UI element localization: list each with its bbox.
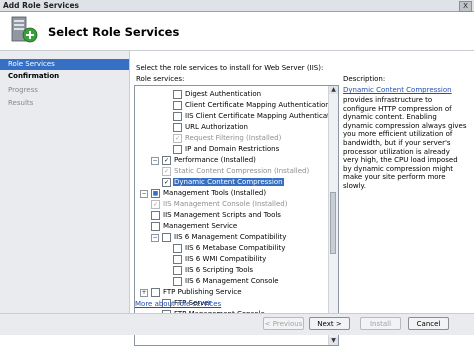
checkbox[interactable]: ■ — [151, 189, 160, 198]
window-title: Add Role Services — [3, 1, 79, 10]
checkbox[interactable] — [173, 244, 182, 253]
checkbox: ✓ — [162, 167, 171, 176]
tree-item[interactable]: IIS Client Certificate Mapping Authentic… — [173, 111, 338, 121]
scroll-up-icon[interactable]: ▲ — [329, 86, 338, 94]
checkbox[interactable] — [173, 255, 182, 264]
checkbox[interactable] — [173, 101, 182, 110]
tree-item[interactable]: Digest Authentication — [173, 89, 261, 99]
checkbox[interactable]: ✓ — [162, 178, 171, 187]
tree-item-iis6-compat[interactable]: − IIS 6 Management Compatibility — [151, 232, 286, 242]
next-button[interactable]: Next > — [309, 317, 350, 330]
checkbox[interactable]: ✓ — [162, 156, 171, 165]
tree-item[interactable]: IIS Management Scripts and Tools — [151, 210, 281, 220]
description-link[interactable]: Dynamic Content Compression — [343, 86, 452, 94]
wizard-header: Select Role Services — [0, 12, 474, 51]
tree-item[interactable]: IIS 6 WMI Compatibility — [173, 254, 266, 264]
role-services-label: Role services: — [136, 75, 185, 83]
tree-item[interactable]: URL Authorization — [173, 122, 248, 132]
previous-button[interactable]: < Previous — [263, 317, 304, 330]
expand-icon[interactable]: + — [140, 289, 148, 297]
tree-item[interactable]: IIS 6 Management Console — [173, 276, 279, 286]
tree-item[interactable]: ✓ Static Content Compression (Installed) — [162, 166, 309, 176]
nav-item-progress: Progress — [8, 86, 38, 94]
collapse-icon[interactable]: − — [151, 157, 159, 165]
nav-item-role-services[interactable]: Role Services — [0, 59, 129, 70]
wizard-nav: Role Services Confirmation Progress Resu… — [0, 51, 130, 334]
checkbox[interactable] — [173, 266, 182, 275]
tree-item-ftp[interactable]: + FTP Publishing Service — [140, 287, 242, 297]
tree-item-selected[interactable]: ✓ Dynamic Content Compression — [162, 177, 284, 187]
checkbox[interactable] — [173, 90, 182, 99]
server-add-icon — [11, 16, 38, 43]
checkbox[interactable] — [173, 145, 182, 154]
tree-item-performance[interactable]: − ✓ Performance (Installed) — [151, 155, 256, 165]
more-about-role-services-link[interactable]: More about role services — [135, 300, 221, 308]
tree-item-management-tools[interactable]: − ■ Management Tools (Installed) — [140, 188, 266, 198]
description-body: provides infrastructure to configure HTT… — [343, 96, 467, 190]
nav-item-confirmation[interactable]: Confirmation — [0, 71, 129, 82]
checkbox[interactable] — [151, 222, 160, 231]
checkbox[interactable] — [151, 288, 160, 297]
checkbox[interactable] — [162, 233, 171, 242]
title-bar: Add Role Services X — [0, 0, 474, 12]
checkbox[interactable] — [173, 123, 182, 132]
checkbox: ✓ — [151, 200, 160, 209]
checkbox[interactable] — [151, 211, 160, 220]
checkbox[interactable] — [173, 112, 182, 121]
button-bar: < Previous Next > Install Cancel — [0, 313, 474, 335]
cancel-button[interactable]: Cancel — [408, 317, 449, 330]
tree-item[interactable]: Client Certificate Mapping Authenticatio… — [173, 100, 330, 110]
description-title: Description: — [343, 75, 386, 83]
tree-item[interactable]: IIS 6 Scripting Tools — [173, 265, 253, 275]
tree-item[interactable]: ✓ Request Filtering (Installed) — [173, 133, 281, 143]
collapse-icon[interactable]: − — [140, 190, 148, 198]
tree-scrollbar[interactable]: ▲ ▼ — [328, 86, 338, 345]
scroll-thumb[interactable] — [330, 192, 336, 254]
tree-item[interactable]: IP and Domain Restrictions — [173, 144, 279, 154]
page-title: Select Role Services — [48, 25, 180, 39]
checkbox: ✓ — [173, 134, 182, 143]
install-button[interactable]: Install — [360, 317, 401, 330]
instructions-text: Select the role services to install for … — [136, 64, 324, 72]
collapse-icon[interactable]: − — [151, 234, 159, 242]
tree-item[interactable]: Management Service — [151, 221, 237, 231]
scroll-down-icon[interactable]: ▼ — [329, 337, 338, 345]
checkbox[interactable] — [173, 277, 182, 286]
nav-item-results: Results — [8, 99, 34, 107]
tree-item[interactable]: ✓ IIS Management Console (Installed) — [151, 199, 287, 209]
main-content: Select the role services to install for … — [130, 51, 474, 346]
close-icon[interactable]: X — [459, 1, 472, 12]
tree-item[interactable]: IIS 6 Metabase Compatibility — [173, 243, 285, 253]
